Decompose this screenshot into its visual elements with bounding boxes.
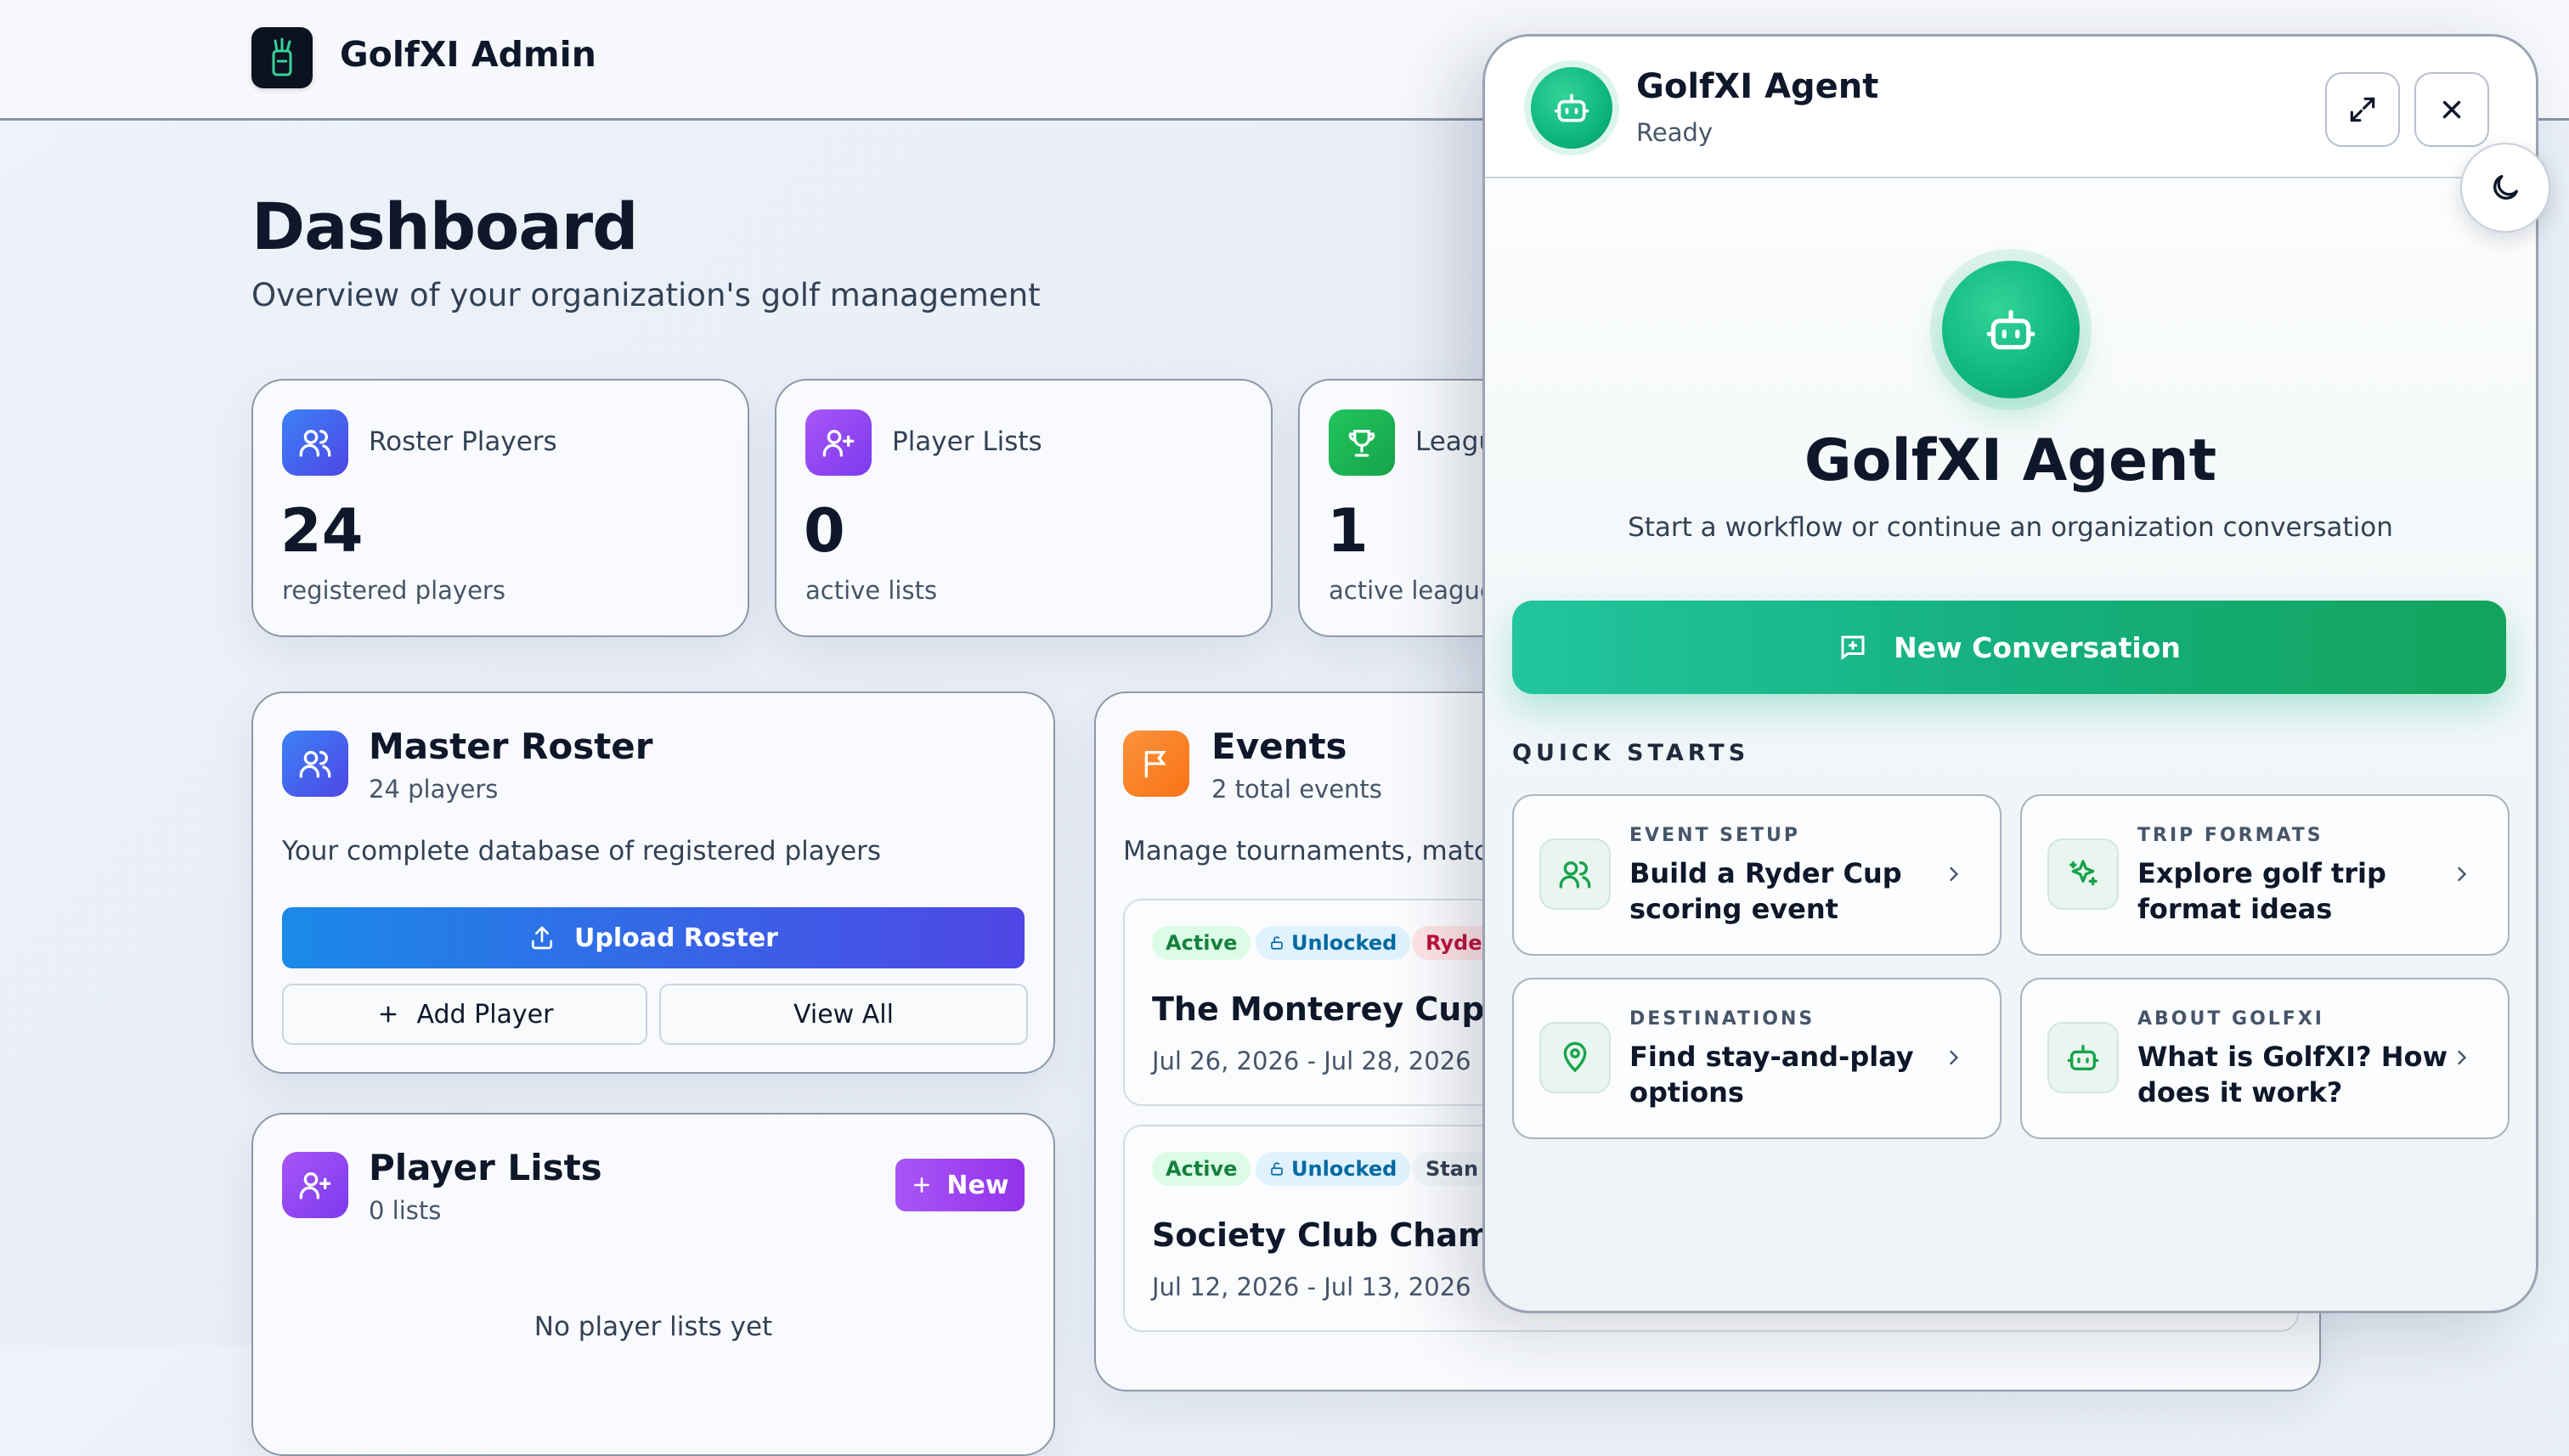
lock-status-label: Unlocked: [1291, 931, 1397, 955]
upload-roster-button[interactable]: Upload Roster: [282, 907, 1025, 968]
quick-start-destinations[interactable]: DESTINATIONS Find stay-and-play options: [1512, 978, 2002, 1139]
events-description: Manage tournaments, matches: [1123, 836, 1535, 866]
chevron-right-icon: [2458, 866, 2467, 882]
quick-starts-label: QUICK STARTS: [1512, 740, 1750, 766]
chevron-right-icon: [2458, 1050, 2467, 1065]
user-plus-icon: [282, 1152, 348, 1218]
plus-icon: [914, 1177, 930, 1193]
status-badge-active: Active: [1152, 926, 1251, 960]
expand-button[interactable]: [2325, 72, 2400, 147]
new-conversation-button[interactable]: New Conversation: [1512, 601, 2506, 694]
agent-avatar: [1531, 67, 1612, 149]
new-list-label: New: [946, 1170, 1009, 1200]
close-icon: [2442, 100, 2461, 119]
quick-start-category: TRIP FORMATS: [2137, 825, 2323, 846]
stat-caption: active leagues: [1329, 576, 1508, 605]
bot-icon: [2047, 1022, 2119, 1093]
quick-start-trip-formats[interactable]: TRIP FORMATS Explore golf trip format id…: [2020, 794, 2510, 956]
quick-start-title: Explore golf trip format ideas: [2137, 857, 2386, 925]
agent-panel: GolfXI Agent Ready GolfXI Agent Start a …: [1482, 34, 2538, 1313]
app-title: GolfXI Admin: [340, 34, 596, 75]
quick-start-category: EVENT SETUP: [1629, 825, 1801, 846]
message-plus-icon: [1841, 635, 1865, 660]
flag-icon: [1123, 731, 1189, 797]
stat-caption: active lists: [805, 576, 938, 605]
unlock-icon: [1271, 936, 1283, 950]
events-count: 2 total events: [1211, 775, 1382, 804]
quick-start-title: What is GolfXI? How does it work?: [2137, 1041, 2448, 1109]
stat-caption: registered players: [282, 576, 505, 605]
add-player-button[interactable]: Add Player: [282, 984, 647, 1045]
page-subtitle: Overview of your organization's golf man…: [251, 277, 1041, 313]
master-roster-description: Your complete database of registered pla…: [282, 836, 882, 866]
stat-card-player-lists[interactable]: Player Lists 0 active lists: [775, 379, 1273, 637]
status-badge-active: Active: [1152, 1152, 1251, 1186]
close-button[interactable]: [2414, 72, 2489, 147]
page-title: Dashboard: [251, 189, 638, 264]
moon-icon: [2493, 175, 2518, 200]
agent-hero-subtitle: Start a workflow or continue an organiza…: [1628, 512, 2393, 543]
bot-icon: [1986, 309, 2035, 350]
master-roster-card: Master Roster 24 players Your complete d…: [251, 691, 1055, 1074]
quick-start-category: ABOUT GOLFXI: [2137, 1008, 2324, 1030]
users-icon: [282, 409, 348, 476]
lock-status-badge: Unlocked: [1256, 926, 1411, 960]
lock-status-badge: Unlocked: [1256, 1152, 1411, 1186]
format-badge: Stan: [1412, 1152, 1493, 1186]
chevron-right-icon: [1950, 866, 1959, 882]
golf-bag-icon: [272, 37, 292, 76]
users-icon: [282, 731, 348, 797]
stat-value: 1: [1327, 496, 1369, 566]
quick-start-title: Build a Ryder Cup scoring event: [1629, 857, 1902, 925]
add-player-label: Add Player: [416, 999, 554, 1030]
expand-icon: [2350, 97, 2375, 122]
golfxi-logo[interactable]: [251, 27, 313, 88]
player-lists-empty: No player lists yet: [534, 1312, 773, 1342]
bot-icon: [1554, 93, 1589, 122]
upload-roster-label: Upload Roster: [574, 923, 778, 953]
player-lists-card: Player Lists 0 lists New No player lists…: [251, 1113, 1055, 1456]
agent-name: GolfXI Agent: [1636, 67, 1879, 106]
map-pin-icon: [1539, 1022, 1611, 1093]
view-all-label: View All: [793, 999, 894, 1030]
trophy-icon: [1329, 409, 1395, 476]
event-dates: Jul 26, 2026 - Jul 28, 2026: [1152, 1047, 1471, 1075]
agent-panel-header: GolfXI Agent Ready: [1485, 37, 2536, 178]
event-title: The Monterey Cup: [1152, 990, 1485, 1028]
quick-start-title: Find stay-and-play options: [1629, 1041, 1914, 1109]
quick-start-about-golfxi[interactable]: ABOUT GOLFXI What is GolfXI? How does it…: [2020, 978, 2510, 1139]
users-icon: [1539, 838, 1611, 910]
agent-hero-avatar: [1942, 261, 2080, 398]
stat-value: 24: [280, 496, 364, 566]
quick-start-category: DESTINATIONS: [1629, 1008, 1815, 1030]
new-conversation-label: New Conversation: [1894, 630, 2181, 664]
new-list-button[interactable]: New: [895, 1159, 1025, 1211]
unlock-icon: [1271, 1162, 1283, 1176]
stat-value: 0: [804, 496, 845, 566]
player-lists-count: 0 lists: [369, 1196, 442, 1225]
events-title: Events: [1211, 725, 1347, 767]
master-roster-count: 24 players: [369, 775, 499, 804]
user-plus-icon: [805, 409, 872, 476]
agent-hero-title: GolfXI Agent: [1804, 427, 2217, 494]
view-all-button[interactable]: View All: [659, 984, 1028, 1045]
stat-label: Roster Players: [369, 426, 557, 457]
sparkles-icon: [2047, 838, 2119, 910]
stat-card-roster-players[interactable]: Roster Players 24 registered players: [251, 379, 749, 637]
lock-status-label: Unlocked: [1291, 1157, 1397, 1181]
event-dates: Jul 12, 2026 - Jul 13, 2026: [1152, 1273, 1471, 1301]
plus-icon: [380, 1006, 396, 1023]
player-lists-title: Player Lists: [369, 1147, 602, 1188]
quick-start-ryder-cup[interactable]: EVENT SETUP Build a Ryder Cup scoring ev…: [1512, 794, 2002, 956]
agent-status: Ready: [1636, 118, 1714, 147]
theme-toggle-button[interactable]: [2460, 143, 2550, 233]
chevron-right-icon: [1950, 1050, 1959, 1065]
stat-label: Player Lists: [892, 426, 1042, 457]
upload-icon: [532, 926, 553, 950]
master-roster-title: Master Roster: [369, 725, 653, 767]
